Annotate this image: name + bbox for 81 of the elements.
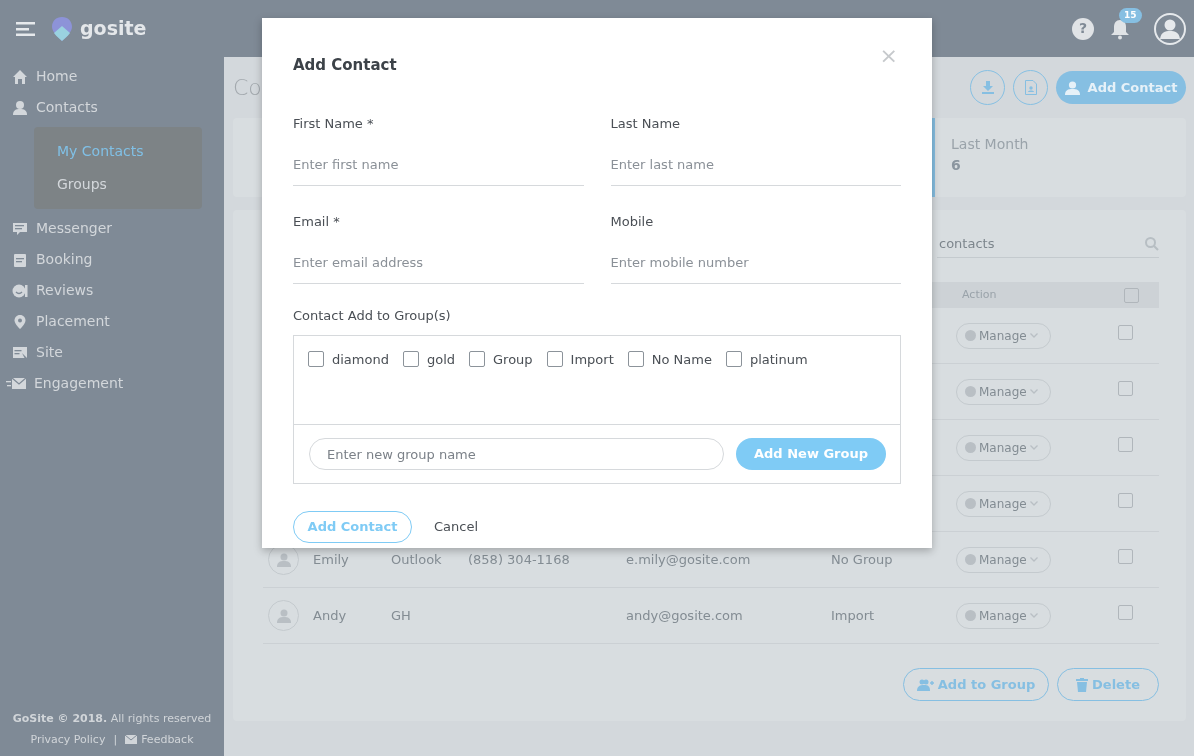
group-name-field[interactable]: Enter new group name — [309, 438, 724, 470]
table-cell: (858) 304-1168 — [468, 551, 570, 567]
group-checkbox[interactable]: Import — [546, 350, 614, 368]
sidebar-item[interactable]: Engagement — [0, 368, 224, 399]
add-people-icon — [916, 678, 934, 691]
modal-title: Add Contact — [293, 55, 397, 76]
field-label: Mobile — [610, 212, 655, 231]
row-checkbox[interactable] — [1118, 381, 1133, 397]
submenu-item[interactable]: My Contacts — [34, 135, 202, 168]
field-label: Email * — [293, 212, 341, 231]
envelope-icon — [6, 375, 26, 392]
sidebar-item[interactable]: Contacts — [0, 92, 224, 123]
person-icon — [276, 608, 291, 623]
chevron-down-icon — [1029, 333, 1038, 338]
group-checkbox[interactable]: gold — [402, 350, 456, 368]
privacy-policy-link[interactable]: Privacy Policy — [30, 731, 106, 748]
row-checkbox[interactable] — [1118, 325, 1133, 341]
stat-label: Last Month — [951, 135, 1030, 154]
chevron-down-icon — [1029, 389, 1038, 394]
row-checkbox[interactable] — [1118, 437, 1133, 453]
cancel-button[interactable]: Cancel — [428, 516, 485, 538]
bell-icon[interactable] — [1110, 17, 1130, 40]
row-checkbox[interactable] — [1118, 549, 1133, 565]
section-label: Contact Add to Group(s) — [293, 306, 452, 325]
person-icon — [1064, 80, 1080, 95]
submit-button[interactable]: Add Contact — [293, 511, 412, 543]
search-field[interactable]: contacts — [937, 232, 1145, 255]
person-icon — [276, 552, 291, 567]
group-checkbox[interactable]: No Name — [627, 350, 712, 368]
logo-text: gosite — [80, 16, 147, 42]
feedback-link[interactable]: Feedback — [125, 731, 194, 748]
sidebar-item[interactable]: Booking — [0, 244, 224, 275]
search-icon — [1145, 236, 1159, 251]
submenu-item[interactable]: Groups — [34, 168, 202, 201]
calendar-icon — [12, 251, 28, 268]
table-cell: Import — [831, 607, 875, 623]
add-contact-button[interactable]: Add Contact — [1056, 71, 1186, 104]
table-cell: No Group — [831, 551, 893, 567]
group-checkbox[interactable]: diamond — [308, 350, 389, 368]
envelope-icon — [125, 735, 138, 745]
chevron-down-icon — [1029, 445, 1038, 450]
help-icon[interactable]: ? — [1072, 17, 1094, 40]
sidebar-item[interactable]: Reviews — [0, 275, 224, 306]
menu-icon[interactable] — [16, 21, 36, 36]
table-cell: Andy — [313, 607, 347, 623]
chevron-down-icon — [1029, 613, 1038, 618]
select-all-checkbox[interactable] — [1124, 287, 1139, 303]
field-label: Last Name — [610, 114, 682, 133]
table-cell: Outlook — [391, 551, 442, 567]
group-checkbox[interactable]: Group — [469, 350, 533, 368]
add-group-button[interactable]: Add New Group — [736, 438, 886, 470]
sidebar-item[interactable]: Site — [0, 337, 224, 368]
download-icon — [981, 81, 994, 94]
sidebar-item[interactable]: Placement — [0, 306, 224, 337]
field-label: First Name * — [293, 114, 375, 133]
table-cell: GH — [391, 607, 411, 623]
logo-icon — [52, 16, 72, 41]
row-checkbox[interactable] — [1118, 605, 1133, 621]
table-cell: e.mily@gosite.com — [626, 551, 751, 567]
user-avatar-icon[interactable] — [1154, 12, 1186, 45]
sidebar-item[interactable]: Messenger — [0, 213, 224, 244]
stat-value: 6 — [951, 156, 962, 175]
trash-icon — [1076, 677, 1089, 692]
close-button[interactable]: × — [873, 38, 904, 73]
chat-icon — [12, 220, 28, 237]
copyright-text: GoSite © 2018. All rights reserved — [11, 711, 213, 727]
chevron-down-icon — [1029, 501, 1038, 506]
table-cell: Emily — [313, 551, 349, 567]
sidebar-item[interactable]: Home — [0, 61, 224, 92]
contacts-icon — [12, 99, 28, 116]
chevron-down-icon — [1029, 557, 1038, 562]
reviews-icon — [12, 282, 28, 299]
site-icon — [12, 344, 28, 361]
home-icon — [12, 68, 28, 85]
group-checkbox[interactable]: platinum — [725, 350, 808, 368]
separator-text: | — [113, 731, 118, 748]
location-pin-icon — [12, 313, 28, 330]
notification-badge: 15 — [1119, 7, 1142, 23]
row-checkbox[interactable] — [1118, 493, 1133, 509]
table-cell: andy@gosite.com — [626, 607, 743, 623]
document-icon — [1024, 80, 1037, 95]
